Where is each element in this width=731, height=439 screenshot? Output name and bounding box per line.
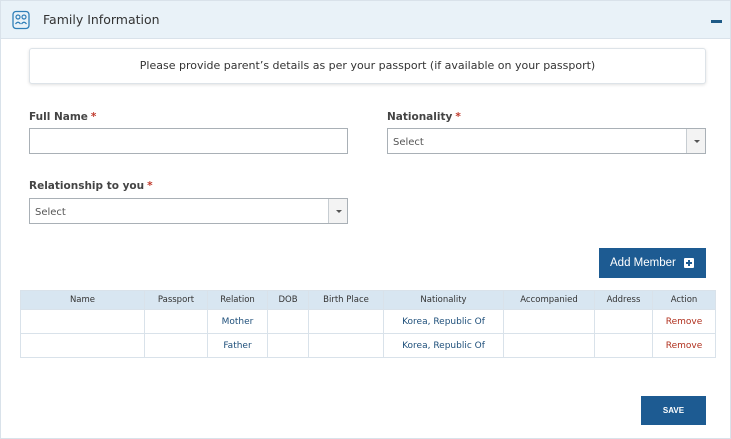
remove-link[interactable]: Remove (652, 333, 716, 358)
cell-relation: Father (207, 333, 268, 358)
column-header: Nationality (383, 290, 504, 310)
table-row: Mother Korea, Republic Of Remove (20, 309, 716, 334)
table-row: Father Korea, Republic Of Remove (20, 333, 716, 358)
panel-title: Family Information (43, 12, 160, 27)
column-header: Birth Place (308, 290, 384, 310)
relationship-select-value: Select (35, 207, 66, 218)
passport-notice: Please provide parent’s details as per y… (29, 48, 706, 84)
cell-dob (267, 333, 309, 358)
plus-square-icon (684, 258, 694, 268)
column-header: Accompanied (503, 290, 595, 310)
cell-accompanied (503, 333, 595, 358)
relationship-label-text: Relationship to you (29, 180, 145, 192)
minus-icon[interactable] (711, 20, 722, 23)
nationality-select[interactable]: Select (387, 128, 706, 154)
cell-accompanied (503, 309, 595, 334)
relationship-select[interactable]: Select (29, 198, 348, 224)
required-mark: * (90, 111, 97, 123)
column-header: Name (20, 290, 145, 310)
remove-link[interactable]: Remove (652, 309, 716, 334)
family-information-panel: Family Information Please provide parent… (0, 0, 731, 439)
cell-passport (144, 333, 208, 358)
column-header: Passport (144, 290, 208, 310)
panel-header[interactable]: Family Information (1, 1, 730, 39)
add-member-label: Add Member (610, 257, 676, 269)
family-members-table: Name Passport Relation DOB Birth Place N… (20, 290, 716, 358)
cell-name (20, 309, 145, 334)
column-header: DOB (267, 290, 309, 310)
cell-nationality: Korea, Republic Of (383, 309, 504, 334)
cell-address (594, 333, 653, 358)
full-name-label: Full Name * (29, 111, 96, 123)
full-name-label-text: Full Name (29, 111, 88, 123)
cell-passport (144, 309, 208, 334)
full-name-input[interactable] (29, 128, 348, 154)
cell-address (594, 309, 653, 334)
cell-birth-place (308, 333, 384, 358)
dropdown-toggle[interactable] (328, 199, 347, 223)
cell-relation: Mother (207, 309, 268, 334)
column-header: Relation (207, 290, 268, 310)
nationality-label-text: Nationality (387, 111, 453, 123)
nationality-select-value: Select (393, 137, 424, 148)
family-icon (12, 10, 30, 30)
add-member-button[interactable]: Add Member (599, 248, 706, 278)
required-mark: * (455, 111, 461, 123)
cell-dob (267, 309, 309, 334)
column-header: Address (594, 290, 653, 310)
table-header-row: Name Passport Relation DOB Birth Place N… (20, 290, 716, 310)
chevron-down-icon (694, 140, 700, 143)
column-header: Action (652, 290, 716, 310)
save-button[interactable]: SAVE (641, 396, 706, 425)
dropdown-toggle[interactable] (686, 129, 705, 153)
cell-nationality: Korea, Republic Of (383, 333, 504, 358)
nationality-label: Nationality * (387, 111, 461, 123)
relationship-label: Relationship to you * (29, 180, 153, 192)
chevron-down-icon (336, 210, 342, 213)
cell-birth-place (308, 309, 384, 334)
cell-name (20, 333, 145, 358)
required-mark: * (147, 180, 153, 192)
